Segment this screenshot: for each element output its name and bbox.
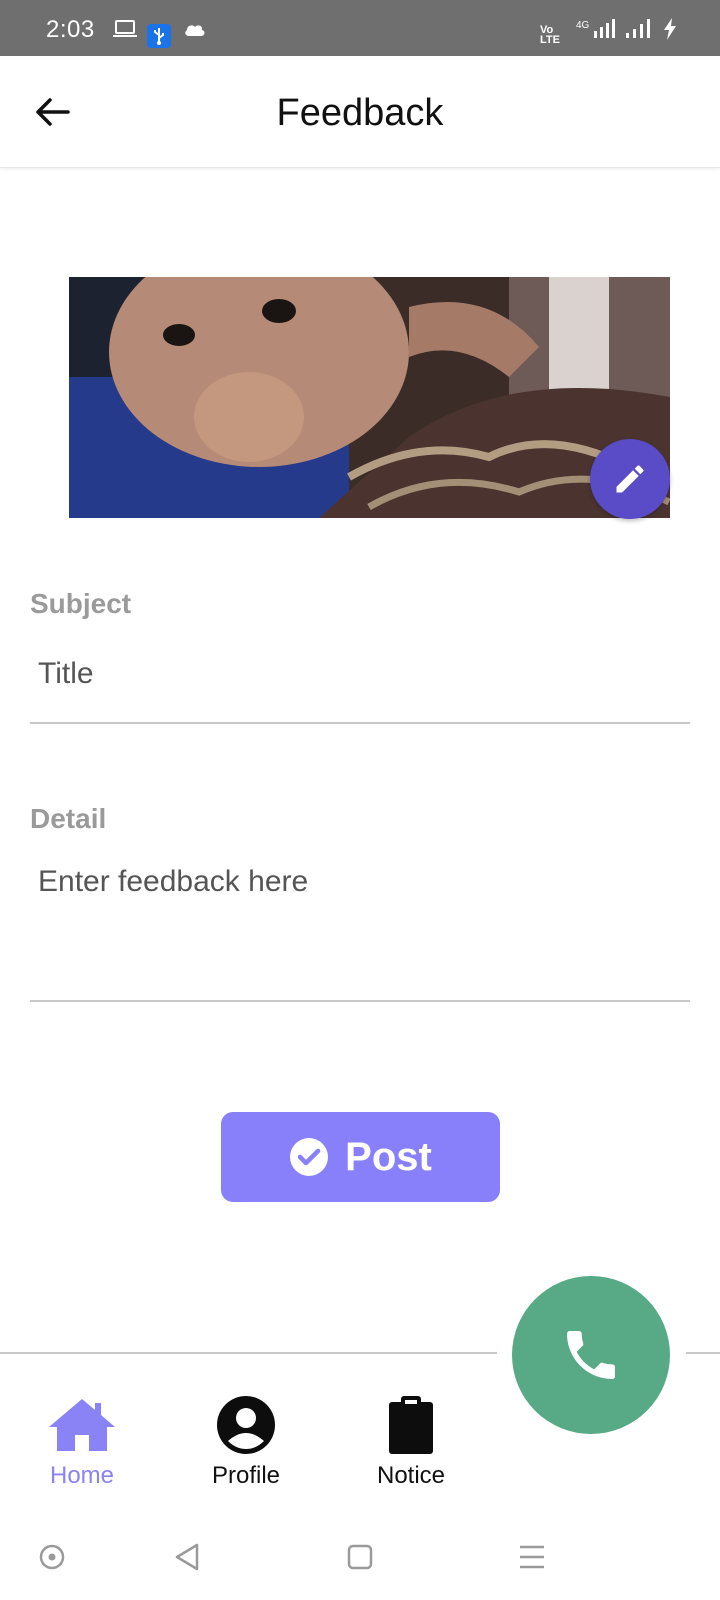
dot-icon[interactable]: [35, 1540, 69, 1574]
edit-image-button[interactable]: [590, 439, 670, 519]
nav-item-home[interactable]: Home: [27, 1392, 137, 1490]
signal-icon: [626, 18, 654, 40]
post-button[interactable]: Post: [221, 1112, 500, 1202]
menu-icon[interactable]: [515, 1540, 549, 1574]
app-bar: Feedback: [0, 56, 720, 168]
bottom-nav-divider: [686, 1352, 720, 1354]
call-button[interactable]: [512, 1276, 670, 1434]
check-circle-icon: [289, 1137, 329, 1177]
subject-input[interactable]: [30, 650, 690, 724]
detail-label: Detail: [30, 803, 107, 834]
laptop-icon: [112, 18, 138, 40]
phone-icon: [567, 1331, 615, 1379]
back-triangle-icon[interactable]: [170, 1540, 204, 1574]
status-bar: 2:03 Vo LTE 4G: [0, 0, 720, 56]
clipboard-icon: [376, 1392, 446, 1458]
status-time: 2:03: [46, 16, 95, 43]
signal-4g-icon: 4G: [576, 18, 616, 40]
detail-input[interactable]: [30, 855, 690, 1002]
pencil-icon: [616, 465, 644, 493]
nav-label-notice: Notice: [376, 1462, 446, 1489]
nav-item-notice[interactable]: Notice: [356, 1392, 466, 1490]
volte-icon: Vo LTE: [540, 24, 560, 46]
post-button-label: Post: [345, 1134, 432, 1179]
cloud-icon: [182, 18, 208, 40]
subject-label: Subject: [30, 588, 132, 619]
page-title: Feedback: [276, 92, 444, 134]
system-nav-bar: [0, 1512, 720, 1600]
square-icon[interactable]: [343, 1540, 377, 1574]
account-circle-icon: [211, 1392, 281, 1458]
nav-label-profile: Profile: [211, 1462, 281, 1489]
svg-text:4G: 4G: [576, 20, 590, 31]
nav-label-home: Home: [49, 1462, 115, 1489]
charging-icon: [662, 18, 678, 40]
nav-item-profile[interactable]: Profile: [191, 1392, 301, 1490]
usb-icon: [147, 24, 171, 48]
bottom-nav-divider: [0, 1352, 497, 1354]
feedback-image: [69, 277, 670, 518]
home-icon: [47, 1392, 117, 1458]
